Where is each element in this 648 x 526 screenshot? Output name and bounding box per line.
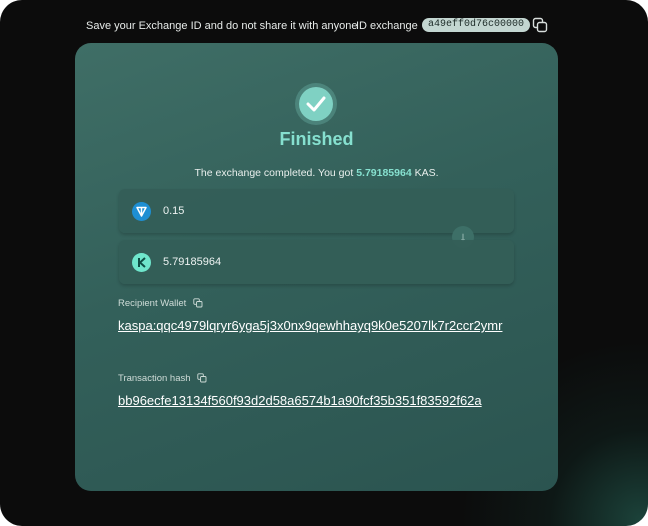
exchange-summary: The exchange completed. You got 5.791859…	[194, 167, 439, 179]
success-check-icon	[299, 87, 333, 121]
app-window: Save your Exchange ID and do not share i…	[0, 0, 648, 526]
status-title: Finished	[279, 129, 354, 149]
exchange-id-label: ID exchange	[356, 20, 418, 32]
copy-wallet-icon[interactable]	[193, 298, 203, 308]
transaction-hash-value[interactable]: bb96ecfe13134f560f93d2d58a6574b1a90fcf35…	[118, 391, 518, 411]
receive-amount-row: 5.79185964	[119, 240, 514, 284]
send-amount: 0.15	[163, 205, 185, 217]
exchange-id-bar: Save your Exchange ID and do not share i…	[0, 14, 648, 38]
copy-exchange-id-icon[interactable]	[532, 17, 548, 33]
recipient-wallet-address[interactable]: kaspa:qqc4979lqryr6yga5j3x0nx9qewhhayq9k…	[118, 316, 518, 336]
exchange-id-warning: Save your Exchange ID and do not share i…	[86, 20, 358, 32]
kaspa-icon	[132, 253, 151, 272]
exchange-id-value: a49eff0d76c00000	[422, 18, 531, 32]
recipient-wallet-label: Recipient Wallet	[118, 298, 203, 309]
receive-amount: 5.79185964	[163, 256, 222, 268]
ton-icon	[132, 202, 151, 221]
copy-hash-icon[interactable]	[197, 373, 207, 383]
exchange-result-card: Finished The exchange completed. You got…	[75, 43, 558, 491]
transaction-hash-label: Transaction hash	[118, 373, 207, 384]
received-amount-highlight: 5.79185964	[356, 167, 412, 179]
send-amount-row: 0.15	[119, 189, 514, 233]
